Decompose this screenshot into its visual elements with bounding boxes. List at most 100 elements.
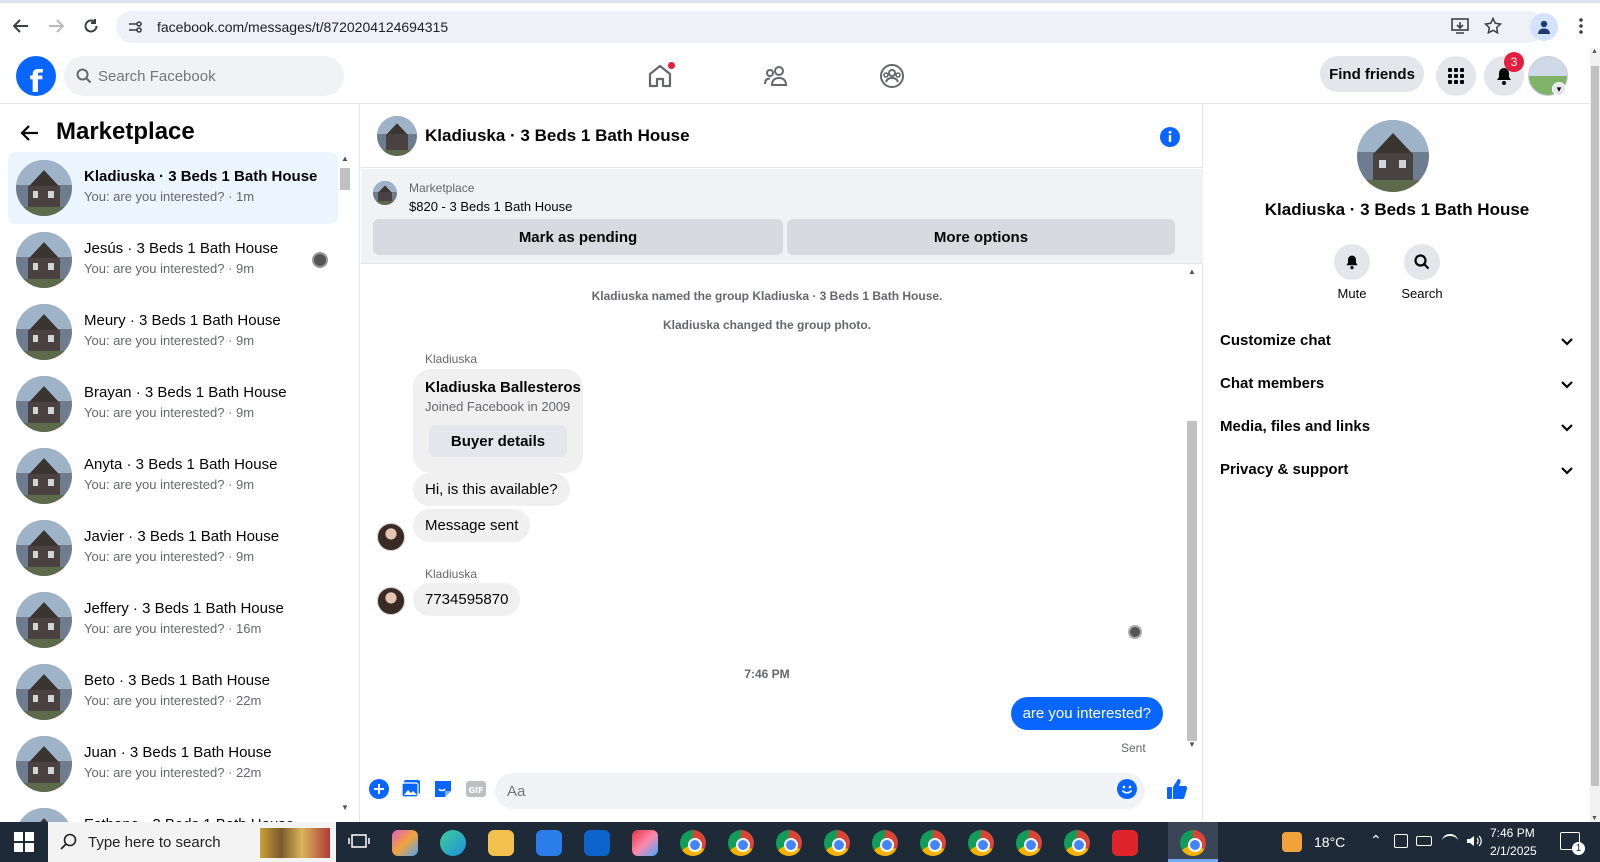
taskbar-search-box[interactable]: Type here to search: [48, 822, 336, 862]
battery-icon[interactable]: [1416, 836, 1432, 846]
marketplace-listing-bar: Marketplace $820 - 3 Beds 1 Bath House M…: [361, 169, 1203, 264]
conversation-item[interactable]: Beto · 3 Beds 1 Bath House You: are you i…: [8, 656, 338, 728]
details-section-media-files-and-links[interactable]: Media, files and links: [1220, 408, 1574, 448]
clock-date[interactable]: 2/1/2025: [1490, 844, 1537, 858]
details-section-privacy-support[interactable]: Privacy & support: [1220, 451, 1574, 491]
conversation-item[interactable]: Juan · 3 Beds 1 Bath House You: are you i…: [8, 728, 338, 800]
volume-icon[interactable]: [1466, 834, 1482, 848]
chrome-icon[interactable]: [872, 830, 898, 856]
bookmark-star-icon[interactable]: [1482, 15, 1504, 37]
group-name[interactable]: Kladiuska · 3 Beds 1 Bath House: [1204, 200, 1590, 220]
clock-time[interactable]: 7:46 PM: [1490, 826, 1535, 840]
chevron-down-icon: [1560, 377, 1574, 394]
chat-scrollbar[interactable]: ▲ ▼: [1185, 265, 1199, 749]
conversation-item[interactable]: Brayan · 3 Beds 1 Bath House You: are you…: [8, 368, 338, 440]
page-scrollbar[interactable]: ▲ ▼: [1590, 48, 1600, 822]
message-input[interactable]: [495, 773, 1145, 809]
photo-icon[interactable]: [401, 779, 423, 801]
chat-title[interactable]: Kladiuska · 3 Beds 1 Bath House: [425, 126, 690, 146]
books-widget-icon[interactable]: [260, 828, 330, 858]
listing-thumbnail[interactable]: [373, 181, 397, 205]
sticker-icon[interactable]: [433, 779, 455, 801]
paint-icon[interactable]: [632, 830, 658, 856]
anydesk-icon[interactable]: [1112, 830, 1138, 856]
search-box[interactable]: [64, 56, 344, 96]
listing-price[interactable]: $820 - 3 Beds 1 Bath House: [409, 199, 572, 214]
my-message-bubble[interactable]: are you interested?: [1010, 697, 1163, 730]
conversation-list: Kladiuska · 3 Beds 1 Bath House You: are …: [8, 152, 338, 822]
chat-avatar[interactable]: [377, 116, 417, 156]
url-text[interactable]: facebook.com/messages/t/8720204124694315: [157, 19, 448, 35]
install-icon[interactable]: [1449, 15, 1471, 37]
chrome-icon[interactable]: [1016, 830, 1042, 856]
buyer-details-button[interactable]: Buyer details: [429, 425, 567, 457]
details-section-chat-members[interactable]: Chat members: [1220, 365, 1574, 405]
windows-start-icon[interactable]: [14, 832, 34, 857]
more-options-button[interactable]: More options: [787, 219, 1175, 255]
forward-icon[interactable]: [45, 15, 67, 37]
sender-avatar[interactable]: [377, 587, 405, 615]
friends-icon[interactable]: [762, 62, 792, 92]
reload-icon[interactable]: [80, 15, 102, 37]
conversation-item[interactable]: Esthane · 3 Beds 1 Bath House: [8, 800, 338, 822]
emoji-icon[interactable]: [1117, 779, 1139, 801]
browser-menu-icon[interactable]: [1570, 15, 1592, 37]
site-info-icon[interactable]: [124, 16, 146, 38]
edge-icon[interactable]: [440, 830, 466, 856]
section-label: Chat members: [1220, 375, 1325, 392]
chrome-icon[interactable]: [1180, 830, 1206, 856]
find-friends-button[interactable]: Find friends: [1320, 56, 1424, 92]
chrome-icon[interactable]: [824, 830, 850, 856]
mark-as-pending-button[interactable]: Mark as pending: [373, 219, 783, 255]
file-explorer-icon[interactable]: [488, 830, 514, 856]
chrome-icon[interactable]: [920, 830, 946, 856]
buyer-name[interactable]: Kladiuska Ballesteros: [425, 379, 581, 396]
browser-profile-icon[interactable]: [1530, 13, 1558, 41]
conversation-avatar: [16, 664, 72, 720]
conversation-snippet: You: are you interested? · 22m: [84, 765, 262, 780]
back-icon[interactable]: [10, 15, 32, 37]
search-input[interactable]: [98, 56, 328, 96]
back-arrow-icon[interactable]: [20, 124, 40, 147]
plus-icon[interactable]: [369, 779, 391, 801]
message-bubble[interactable]: Hi, is this available?: [413, 473, 570, 506]
buyer-joined: Joined Facebook in 2009: [425, 399, 571, 414]
sidebar-scrollbar[interactable]: ▲ ▼: [338, 152, 352, 812]
copilot-icon[interactable]: [392, 830, 418, 856]
action-center-count: 1: [1572, 842, 1585, 855]
conversation-item[interactable]: Anyta · 3 Beds 1 Bath House You: are you …: [8, 440, 338, 512]
conversation-item[interactable]: Jesús · 3 Beds 1 Bath House You: are you …: [8, 224, 338, 296]
conversation-item[interactable]: Jeffery · 3 Beds 1 Bath House You: are yo…: [8, 584, 338, 656]
tray-chevron-icon[interactable]: ⌃: [1370, 832, 1382, 849]
chrome-icon[interactable]: [680, 830, 706, 856]
outlook-icon[interactable]: [584, 830, 610, 856]
meet-now-icon[interactable]: [1394, 834, 1408, 848]
conversation-item[interactable]: Meury · 3 Beds 1 Bath House You: are you …: [8, 296, 338, 368]
info-icon[interactable]: [1159, 126, 1181, 153]
chrome-icon[interactable]: [776, 830, 802, 856]
groups-icon[interactable]: [878, 62, 908, 92]
group-photo[interactable]: [1357, 120, 1429, 192]
like-thumb-icon[interactable]: [1165, 777, 1188, 799]
task-view-icon[interactable]: [348, 830, 374, 856]
search-action[interactable]: Search: [1392, 244, 1452, 301]
details-section-customize-chat[interactable]: Customize chat: [1220, 322, 1574, 362]
message-bubble[interactable]: Message sent: [413, 509, 531, 542]
message-bubble[interactable]: 7734595870: [413, 583, 521, 616]
mute-action[interactable]: Mute: [1322, 244, 1382, 301]
sender-avatar[interactable]: [377, 523, 405, 551]
home-icon[interactable]: [646, 62, 676, 92]
weather-temp[interactable]: 18°C: [1314, 834, 1345, 850]
weather-icon[interactable]: [1282, 832, 1302, 852]
account-chevron-icon[interactable]: ▾: [1552, 82, 1566, 96]
chrome-icon[interactable]: [1064, 830, 1090, 856]
microsoft-store-icon[interactable]: [536, 830, 562, 856]
facebook-logo-icon[interactable]: f: [16, 56, 56, 96]
menu-grid-icon[interactable]: [1436, 56, 1476, 96]
conversation-item[interactable]: Kladiuska · 3 Beds 1 Bath House You: are …: [8, 152, 338, 224]
chrome-icon[interactable]: [968, 830, 994, 856]
gif-icon[interactable]: GIF: [465, 779, 487, 801]
conversation-item[interactable]: Javier · 3 Beds 1 Bath House You: are you…: [8, 512, 338, 584]
chrome-icon[interactable]: [728, 830, 754, 856]
wifi-icon[interactable]: [1442, 834, 1458, 848]
